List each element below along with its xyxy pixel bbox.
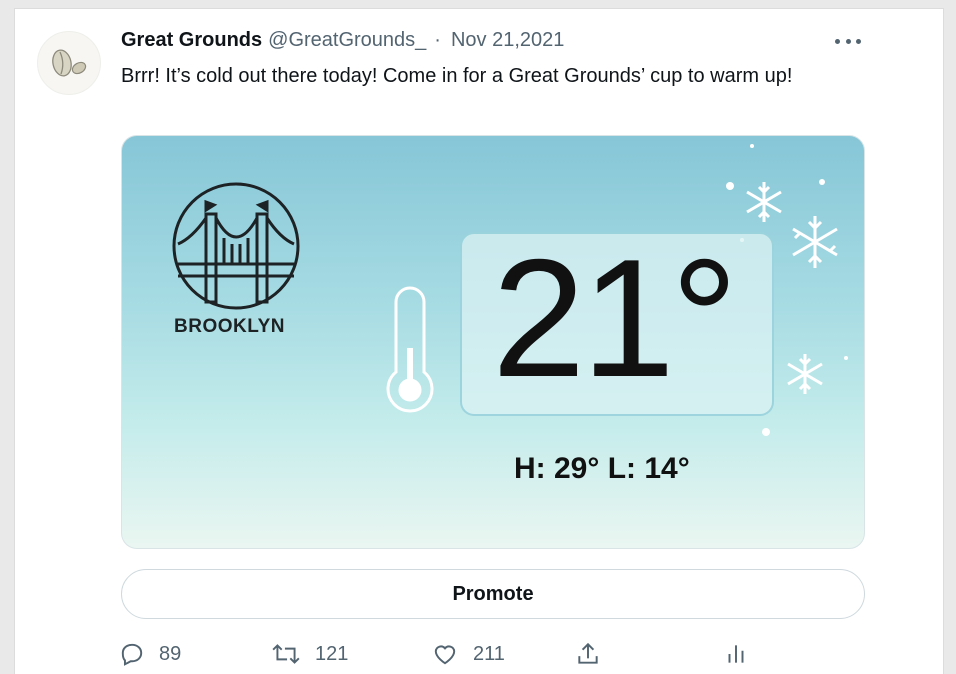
tweet-card: Great Grounds @GreatGrounds_ · Nov 21,20… bbox=[14, 8, 944, 674]
tweet-text: Brrr! It’s cold out there today! Come in… bbox=[121, 65, 793, 87]
share-button[interactable] bbox=[575, 639, 615, 669]
more-options-icon[interactable] bbox=[835, 31, 861, 51]
bridge-icon bbox=[172, 182, 300, 310]
tweet-header: Great Grounds @GreatGrounds_ · Nov 21,20… bbox=[121, 29, 564, 55]
display-name[interactable]: Great Grounds bbox=[121, 29, 262, 52]
retweet-icon bbox=[272, 644, 300, 664]
avatar[interactable] bbox=[37, 31, 101, 95]
high-low-temperature: H: 29° L: 14° bbox=[514, 452, 690, 485]
like-count: 211 bbox=[473, 642, 505, 665]
user-handle[interactable]: @GreatGrounds_ bbox=[268, 29, 426, 52]
promote-button[interactable]: Promote bbox=[121, 569, 865, 619]
coffee-bean-logo-icon bbox=[52, 49, 87, 77]
reply-count: 89 bbox=[159, 642, 182, 665]
current-temperature: 21° bbox=[492, 224, 738, 412]
separator-dot: · bbox=[434, 29, 441, 51]
city-label: BROOKLYN bbox=[174, 316, 285, 337]
retweet-count: 121 bbox=[315, 642, 349, 665]
tweet-actions-bar: 89 121 211 bbox=[119, 639, 759, 669]
tweet-media-image[interactable]: BROOKLYN 21° H: 29° L: 14° bbox=[121, 135, 865, 549]
thermometer-icon bbox=[386, 286, 434, 413]
reply-icon bbox=[121, 643, 143, 666]
tweet-date[interactable]: Nov 21,2021 bbox=[451, 29, 564, 52]
like-icon bbox=[434, 645, 456, 665]
share-icon bbox=[578, 642, 598, 664]
retweet-button[interactable]: 121 bbox=[271, 639, 348, 669]
reply-button[interactable]: 89 bbox=[119, 639, 181, 669]
like-button[interactable]: 211 bbox=[431, 639, 505, 669]
analytics-icon bbox=[728, 645, 744, 663]
analytics-button[interactable] bbox=[725, 639, 761, 669]
